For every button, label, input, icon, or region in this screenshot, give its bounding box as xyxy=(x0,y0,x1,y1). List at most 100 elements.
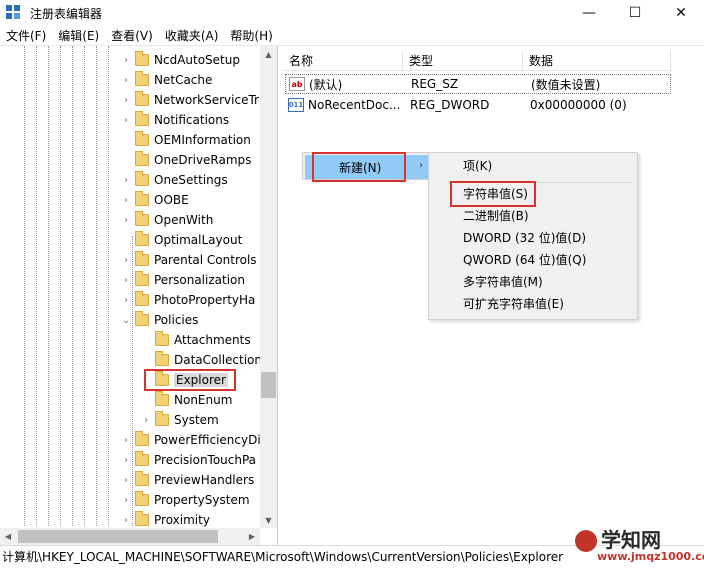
column-header-name[interactable]: 名称 xyxy=(283,50,403,72)
folder-icon xyxy=(135,111,149,126)
watermark-text: 学知网 xyxy=(601,528,661,552)
tree-item-policies[interactable]: ⌄ Policies xyxy=(120,310,198,330)
folder-icon xyxy=(135,91,149,106)
menu-item-dword-value[interactable]: DWORD (32 位)值(D) xyxy=(463,227,586,249)
expand-chevron-icon[interactable]: › xyxy=(140,410,152,430)
tree-item-datacollection[interactable]: DataCollection xyxy=(140,350,262,370)
registry-tree[interactable]: › NcdAutoSetup › NetCache › NetworkServiceT… xyxy=(0,46,278,545)
value-row-default[interactable]: ab (默认) REG_SZ (数值未设置) xyxy=(285,74,671,94)
value-name: (默认) xyxy=(309,77,343,92)
tree-item-label: NetCache xyxy=(154,73,213,87)
scroll-thumb[interactable] xyxy=(18,530,218,543)
scroll-left-arrow-icon[interactable]: ◀ xyxy=(0,528,16,545)
tree-item-oobe[interactable]: › OOBE xyxy=(120,190,189,210)
menu-item-multi-string-value[interactable]: 多字符串值(M) xyxy=(463,271,543,293)
tree-item-personalization[interactable]: › Personalization xyxy=(120,270,245,290)
folder-icon xyxy=(135,451,149,466)
tree-item-label: System xyxy=(174,413,219,427)
column-header-type[interactable]: 类型 xyxy=(403,50,523,72)
tree-item-label: Proximity xyxy=(154,513,210,527)
expand-chevron-icon[interactable]: › xyxy=(120,490,132,510)
column-header-data[interactable]: 数据 xyxy=(523,50,671,72)
tree-item-netcache[interactable]: › NetCache xyxy=(120,70,212,90)
menu-item-binary-value[interactable]: 二进制值(B) xyxy=(463,205,529,227)
maximize-button[interactable]: ☐ xyxy=(612,0,658,26)
expand-chevron-icon xyxy=(120,230,132,250)
tree-item-proximity[interactable]: › Proximity xyxy=(120,510,210,530)
value-data: 0x00000000 (0) xyxy=(530,98,627,112)
expand-chevron-icon[interactable]: › xyxy=(120,250,132,270)
tree-item-label: NonEnum xyxy=(174,393,233,407)
menu-help[interactable]: 帮助(H) xyxy=(224,26,278,46)
menu-file[interactable]: 文件(F) xyxy=(0,26,52,46)
folder-icon xyxy=(135,311,149,326)
tree-item-label: OEMInformation xyxy=(154,133,251,147)
tree-item-system[interactable]: › System xyxy=(140,410,219,430)
expand-chevron-icon[interactable]: › xyxy=(120,430,132,450)
tree-item-label: PropertySystem xyxy=(154,493,250,507)
expand-chevron-icon[interactable]: › xyxy=(120,70,132,90)
tree-item-photopropertyha[interactable]: › PhotoPropertyHa xyxy=(120,290,255,310)
expand-chevron-icon[interactable]: › xyxy=(120,290,132,310)
tree-item-precisiontouchpa[interactable]: › PrecisionTouchPa xyxy=(120,450,256,470)
expand-chevron-icon[interactable]: › xyxy=(120,510,132,530)
scroll-thumb[interactable] xyxy=(261,372,276,398)
folder-icon xyxy=(135,491,149,506)
tree-horizontal-scrollbar[interactable]: ◀ ▶ xyxy=(0,528,260,545)
expand-chevron-icon xyxy=(140,350,152,370)
tree-item-label: Attachments xyxy=(174,333,251,347)
value-row-norecentdocs[interactable]: 011 NoRecentDoc... REG_DWORD 0x00000000 … xyxy=(285,95,671,115)
tree-item-propertysystem[interactable]: › PropertySystem xyxy=(120,490,250,510)
tree-item-ncdautosetup[interactable]: › NcdAutoSetup xyxy=(120,50,240,70)
title-bar: 注册表编辑器 — ☐ ✕ xyxy=(0,0,704,26)
tree-item-nonenum[interactable]: NonEnum xyxy=(140,390,232,410)
menu-favorites[interactable]: 收藏夹(A) xyxy=(159,26,225,46)
expand-chevron-icon xyxy=(140,330,152,350)
expand-chevron-icon[interactable]: › xyxy=(120,190,132,210)
tree-item-parental-controls[interactable]: › Parental Controls xyxy=(120,250,257,270)
close-button[interactable]: ✕ xyxy=(658,0,704,26)
tree-item-notifications[interactable]: › Notifications xyxy=(120,110,229,130)
menu-item-qword-value[interactable]: QWORD (64 位)值(Q) xyxy=(463,249,586,271)
expand-chevron-icon[interactable]: › xyxy=(120,90,132,110)
tree-item-label: PrecisionTouchPa xyxy=(154,453,257,467)
scroll-right-arrow-icon[interactable]: ▶ xyxy=(244,528,260,545)
expand-chevron-icon[interactable]: › xyxy=(120,450,132,470)
folder-icon xyxy=(155,331,169,346)
folder-icon xyxy=(135,251,149,266)
folder-icon xyxy=(155,391,169,406)
tree-item-oeminformation[interactable]: OEMInformation xyxy=(120,130,251,150)
expand-chevron-icon[interactable]: › xyxy=(120,270,132,290)
tree-item-attachments[interactable]: Attachments xyxy=(140,330,251,350)
tree-item-powerefficiencydi[interactable]: › PowerEfficiencyDi xyxy=(120,430,261,450)
tree-item-onedriveramps[interactable]: OneDriveRamps xyxy=(120,150,251,170)
folder-icon xyxy=(135,151,149,166)
scroll-up-arrow-icon[interactable]: ▲ xyxy=(260,46,277,62)
tree-item-openwith[interactable]: › OpenWith xyxy=(120,210,213,230)
string-value-icon: ab xyxy=(289,77,305,91)
tree-item-label: OOBE xyxy=(154,193,189,207)
tree-item-previewhandlers[interactable]: › PreviewHandlers xyxy=(120,470,254,490)
menu-view[interactable]: 查看(V) xyxy=(105,26,159,46)
tree-item-label: DataCollection xyxy=(174,353,263,367)
menu-edit[interactable]: 编辑(E) xyxy=(52,26,105,46)
tree-item-label: PreviewHandlers xyxy=(154,473,255,487)
folder-icon xyxy=(155,411,169,426)
expand-chevron-icon[interactable]: › xyxy=(120,110,132,130)
tree-vertical-scrollbar[interactable]: ▲ ▼ xyxy=(260,46,277,528)
tree-item-networkservicetr[interactable]: › NetworkServiceTr xyxy=(120,90,259,110)
menu-item-key[interactable]: 项(K) xyxy=(463,155,492,177)
scroll-down-arrow-icon[interactable]: ▼ xyxy=(260,512,277,528)
tree-item-onesettings[interactable]: › OneSettings xyxy=(120,170,228,190)
menu-item-expandable-string-value[interactable]: 可扩充字符串值(E) xyxy=(463,293,564,315)
minimize-button[interactable]: — xyxy=(566,0,612,26)
expand-chevron-icon[interactable]: › xyxy=(120,210,132,230)
highlight-box-explorer xyxy=(144,369,236,391)
expand-chevron-icon[interactable]: › xyxy=(120,50,132,70)
collapse-chevron-icon[interactable]: ⌄ xyxy=(120,310,132,330)
expand-chevron-icon[interactable]: › xyxy=(120,170,132,190)
tree-item-optimallayout[interactable]: OptimalLayout xyxy=(120,230,242,250)
highlight-box-new xyxy=(312,152,406,182)
expand-chevron-icon[interactable]: › xyxy=(120,470,132,490)
folder-icon xyxy=(155,351,169,366)
